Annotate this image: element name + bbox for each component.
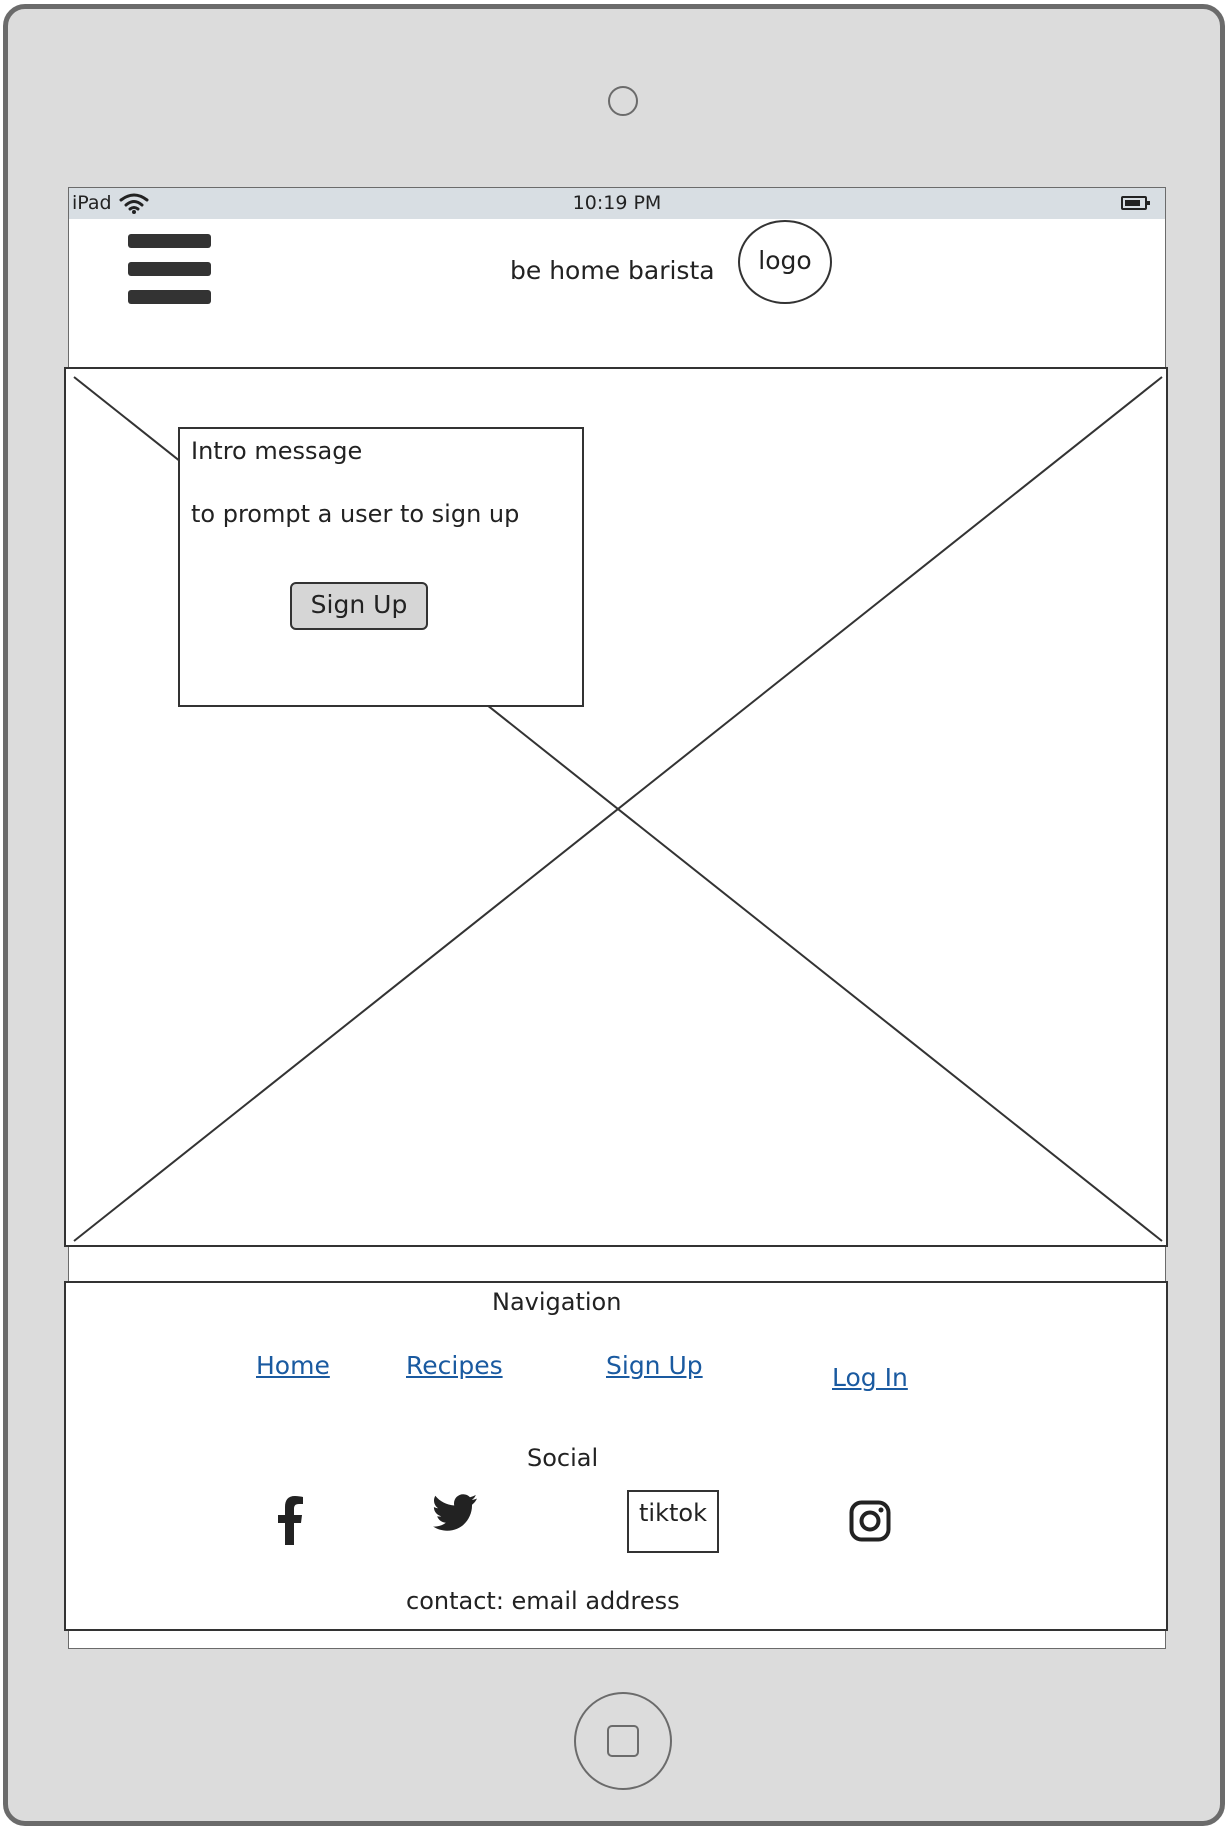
facebook-icon[interactable] (275, 1495, 305, 1545)
nav-link-log-in[interactable]: Log In (832, 1363, 908, 1392)
nav-link-home[interactable]: Home (256, 1351, 330, 1380)
status-bar: iPad 10:19 PM (69, 188, 1165, 219)
instagram-icon[interactable] (849, 1500, 891, 1542)
sign-up-button[interactable]: Sign Up (290, 582, 428, 630)
contact-text: contact: email address (406, 1587, 680, 1615)
nav-link-recipes[interactable]: Recipes (406, 1351, 503, 1380)
nav-link-sign-up[interactable]: Sign Up (606, 1351, 703, 1380)
site-name: be home barista (510, 256, 715, 285)
navigation-title: Navigation (492, 1288, 622, 1316)
intro-text: to prompt a user to sign up (191, 500, 520, 528)
tiktok-icon[interactable]: tiktok (627, 1490, 719, 1553)
intro-title: Intro message (191, 437, 363, 465)
home-button[interactable] (574, 1692, 672, 1790)
twitter-icon[interactable] (433, 1494, 477, 1532)
hamburger-menu-icon[interactable] (128, 234, 211, 304)
logo[interactable]: logo (738, 220, 832, 304)
social-title: Social (527, 1444, 599, 1472)
status-time: 10:19 PM (572, 192, 662, 214)
intro-card: Intro message to prompt a user to sign u… (178, 427, 584, 707)
home-square-icon (607, 1725, 639, 1757)
battery-icon (1121, 196, 1150, 210)
camera-icon (608, 86, 638, 116)
footer (64, 1281, 1168, 1631)
